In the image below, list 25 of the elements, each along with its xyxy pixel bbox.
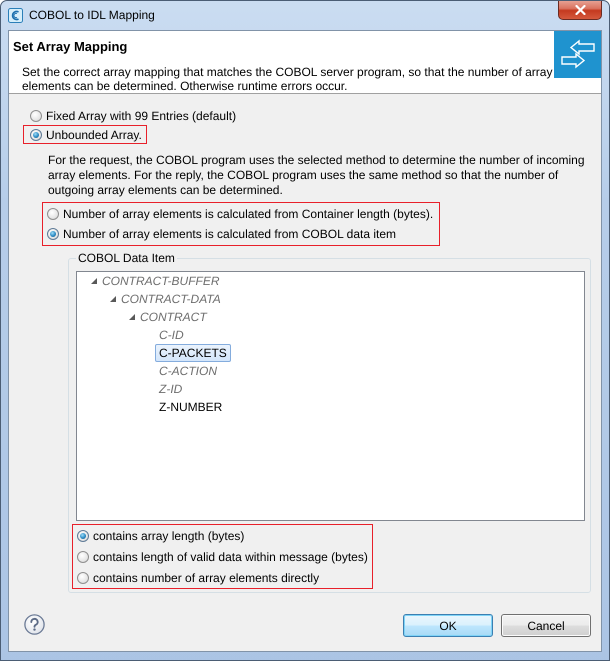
radio-icon[interactable] (47, 208, 59, 220)
radio-icon[interactable] (77, 530, 89, 542)
ok-button[interactable]: OK (403, 614, 493, 637)
radio-option[interactable]: Fixed Array with 99 Entries (default) (30, 107, 236, 124)
group-title: COBOL Data Item (77, 251, 176, 265)
close-icon (574, 4, 586, 14)
radio-icon[interactable] (30, 110, 42, 122)
radio-icon[interactable] (47, 228, 59, 240)
help-icon[interactable] (24, 614, 45, 635)
radio-option[interactable]: Unbounded Array. (30, 126, 142, 143)
dialog-button[interactable]: Cancel (501, 614, 591, 637)
radio-option[interactable]: Number of array elements is calculated from COBOL data item (47, 224, 434, 244)
radio-option[interactable]: contains array length (bytes) (77, 525, 368, 546)
radio-option[interactable]: Number of array elements is calculated from Container length (bytes). (47, 204, 434, 224)
dialog-heading: Set Array Mapping (13, 39, 128, 55)
radio-option[interactable]: contains length of valid data within message (bytes) (77, 546, 368, 567)
radio-option[interactable]: contains number of array elements directly (77, 567, 368, 588)
radio-icon[interactable] (30, 128, 42, 140)
close-button[interactable] (558, 1, 602, 20)
radio-icon[interactable] (77, 550, 89, 562)
description-text: For the request, the COBOL program uses the selected method to determine the number of incoming array elements. For the reply, the COBOL program uses the same method so that the number of outgoing array elements can be determined. (48, 153, 586, 198)
app-icon (8, 8, 23, 23)
description-text: Set the correct array mapping that matches the COBOL server program, so that the number of array elements can be determined. Otherwise runtime errors occur. (22, 65, 554, 93)
window-title: COBOL to IDL Mapping (29, 7, 155, 24)
radio-icon[interactable] (77, 572, 89, 584)
